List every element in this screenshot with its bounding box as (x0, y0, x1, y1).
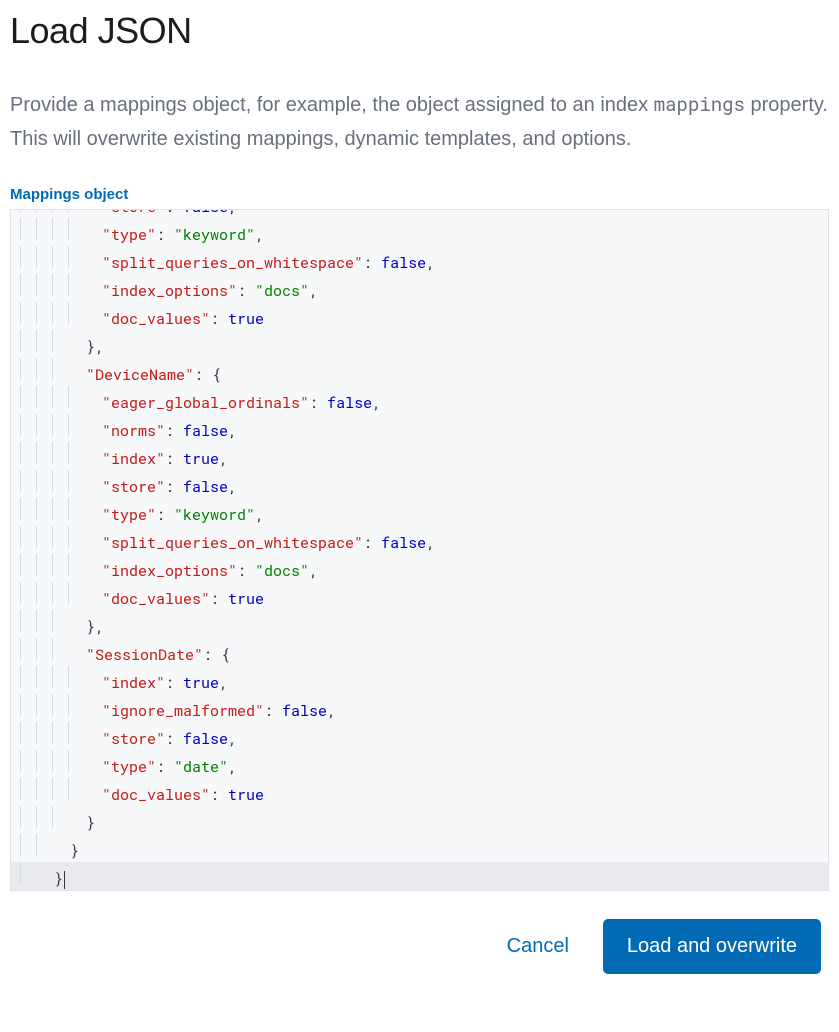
description: Provide a mappings object, for example, … (10, 88, 829, 156)
code-line[interactable]: "DeviceName": { (11, 358, 828, 386)
code-line[interactable]: "eager_global_ordinals": false, (11, 386, 828, 414)
code-line[interactable]: "split_queries_on_whitespace": false, (11, 526, 828, 554)
code-line[interactable]: } (11, 862, 828, 890)
code-line[interactable]: "store": false, (11, 470, 828, 498)
code-line[interactable]: "doc_values": true (11, 582, 828, 610)
code-line[interactable]: } (11, 806, 828, 834)
code-line[interactable]: "type": "keyword", (11, 218, 828, 246)
code-line[interactable]: }, (11, 330, 828, 358)
code-line[interactable]: "store": false, (11, 209, 828, 218)
code-line[interactable]: "index_options": "docs", (11, 554, 828, 582)
dialog-footer: Cancel Load and overwrite (10, 919, 829, 974)
code-line[interactable]: "SessionDate": { (11, 638, 828, 666)
page-title: Load JSON (10, 10, 829, 52)
code-line[interactable]: "type": "keyword", (11, 498, 828, 526)
code-line[interactable]: "split_queries_on_whitespace": false, (11, 246, 828, 274)
code-line[interactable]: } (11, 834, 828, 862)
desc-prefix: Provide a mappings object, for example, … (10, 94, 654, 116)
mappings-object-label: Mappings object (10, 186, 829, 203)
desc-code: mappings (654, 92, 745, 117)
load-and-overwrite-button[interactable]: Load and overwrite (603, 919, 821, 974)
code-line[interactable]: "doc_values": true (11, 778, 828, 806)
code-line[interactable]: "index_options": "docs", (11, 274, 828, 302)
json-editor[interactable]: "doc_values": true},"LicensedStatus": {"… (10, 209, 829, 891)
code-line[interactable]: "norms": false, (11, 414, 828, 442)
code-line[interactable]: "ignore_malformed": false, (11, 694, 828, 722)
code-line[interactable]: "index": true, (11, 666, 828, 694)
code-line[interactable]: }, (11, 610, 828, 638)
code-line[interactable]: "store": false, (11, 722, 828, 750)
code-line[interactable]: "type": "date", (11, 750, 828, 778)
code-line[interactable]: "index": true, (11, 442, 828, 470)
cancel-button[interactable]: Cancel (493, 923, 583, 970)
code-line[interactable]: "doc_values": true (11, 302, 828, 330)
